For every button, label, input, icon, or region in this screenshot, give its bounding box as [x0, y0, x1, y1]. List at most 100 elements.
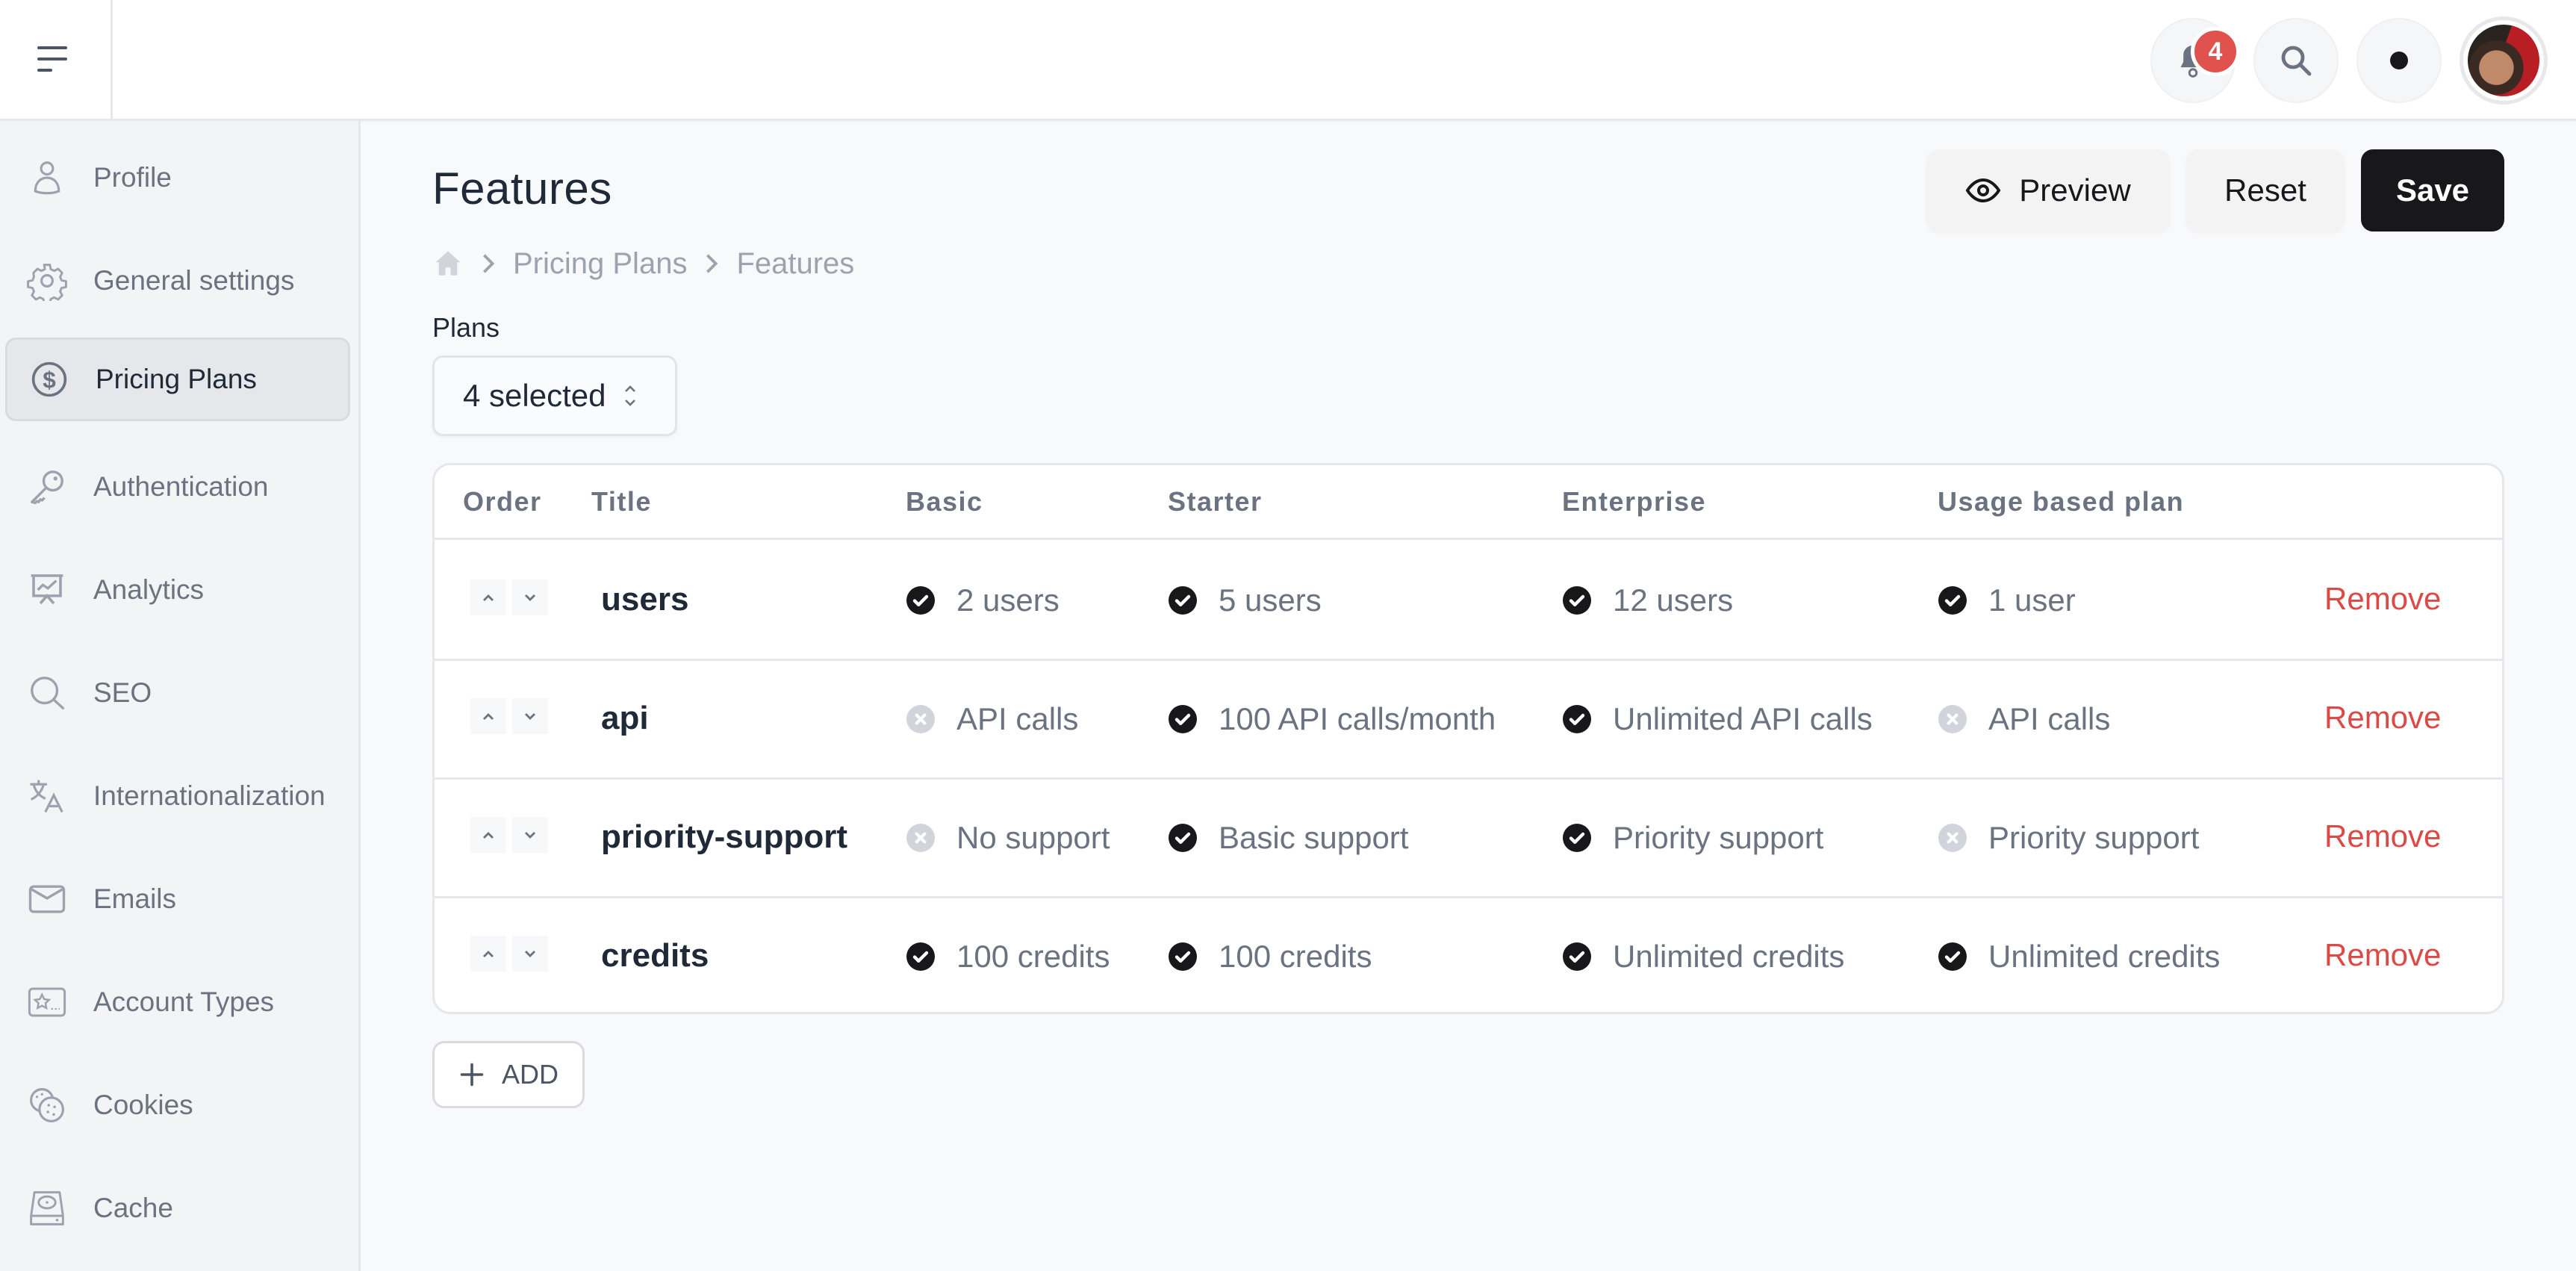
move-down-button[interactable]: [512, 817, 548, 853]
notifications-button[interactable]: 4: [2150, 18, 2240, 103]
plan-feature-value: Unlimited credits: [1613, 939, 1845, 974]
save-button[interactable]: Save: [2361, 149, 2504, 231]
x-circle-icon: [1938, 824, 1967, 852]
column-header-enterprise: Enterprise: [1562, 486, 1707, 517]
sidebar-item-authentication[interactable]: Authentication: [5, 445, 350, 529]
check-circle-icon: [1169, 586, 1197, 615]
plan-feature-cell: Unlimited credits: [1562, 936, 1844, 978]
check-circle-icon: [906, 586, 935, 615]
add-feature-button[interactable]: ADD: [432, 1041, 585, 1108]
hard-drive-icon: [26, 1187, 68, 1229]
user-avatar[interactable]: [2460, 16, 2548, 105]
sidebar-item-seo[interactable]: SEO: [5, 651, 350, 735]
order-controls: [470, 817, 548, 853]
check-circle-icon: [1563, 824, 1591, 852]
page-title: Features: [432, 164, 612, 214]
chevron-down-icon: [525, 951, 535, 957]
key-icon: [26, 466, 68, 508]
plan-feature-cell: API calls: [1938, 698, 2110, 740]
breadcrumb-item-pricing-plans[interactable]: Pricing Plans: [513, 247, 687, 281]
plan-feature-cell: No support: [906, 817, 1110, 859]
feature-title: users: [601, 581, 689, 618]
move-up-button[interactable]: [470, 579, 506, 615]
home-icon[interactable]: [432, 248, 464, 279]
add-label: ADD: [501, 1059, 559, 1090]
preview-label: Preview: [2019, 173, 2131, 208]
check-circle-icon: [1563, 705, 1591, 733]
sidebar-item-pricing-plans[interactable]: $ Pricing Plans: [5, 338, 350, 421]
sidebar-item-account-types[interactable]: Account Types: [5, 960, 350, 1044]
plan-feature-value: 100 credits: [956, 939, 1110, 974]
chevron-up-icon: [483, 713, 494, 720]
check-circle-icon: [1169, 942, 1197, 971]
move-down-button[interactable]: [512, 698, 548, 734]
plan-feature-cell: 5 users: [1168, 579, 1322, 621]
sidebar-item-internationalization[interactable]: Internationalization: [5, 754, 350, 838]
feature-title: priority-support: [601, 818, 847, 855]
plan-feature-cell: Basic support: [1168, 817, 1408, 859]
svg-text:$: $: [43, 366, 56, 393]
page-actions: Preview Reset Save: [1926, 149, 2504, 231]
table-header: Order Title Basic Starter Enterprise Usa…: [435, 465, 2502, 540]
remove-feature-link[interactable]: Remove: [2324, 581, 2441, 617]
plan-feature-cell: Unlimited API calls: [1562, 698, 1873, 740]
preview-button[interactable]: Preview: [1926, 149, 2170, 231]
sidebar-item-label: Profile: [93, 162, 172, 193]
plan-feature-cell: Unlimited credits: [1938, 936, 2220, 978]
dot-icon: [2390, 52, 2408, 69]
sidebar-item-label: Internationalization: [93, 780, 326, 811]
cookie-icon: [26, 1084, 68, 1126]
chevron-right-icon: [706, 254, 718, 273]
dollar-icon: $: [28, 358, 70, 400]
plan-feature-cell: API calls: [906, 698, 1078, 740]
move-up-button[interactable]: [470, 936, 506, 972]
plans-label: Plans: [432, 312, 500, 343]
sidebar-item-emails[interactable]: Emails: [5, 857, 350, 941]
remove-feature-link[interactable]: Remove: [2324, 818, 2441, 854]
user-icon: [26, 157, 68, 199]
menu-icon: [37, 46, 67, 72]
avatar-image: [2468, 25, 2539, 96]
move-up-button[interactable]: [470, 698, 506, 734]
search-button[interactable]: [2253, 18, 2339, 103]
sidebar-item-label: Analytics: [93, 574, 205, 605]
chevron-down-icon: [525, 713, 535, 720]
table-row: users 2 users 5 users 12 users 1 user Remove: [435, 542, 2502, 661]
plan-feature-cell: 2 users: [906, 579, 1060, 621]
move-down-button[interactable]: [512, 579, 548, 615]
sidebar-item-analytics[interactable]: Analytics: [5, 548, 350, 632]
sidebar-item-cookies[interactable]: Cookies: [5, 1063, 350, 1147]
sidebar: Profile General settings $ Pricing Plans…: [0, 121, 361, 1271]
plan-feature-value: 100 API calls/month: [1219, 701, 1496, 736]
plan-feature-cell: Priority support: [1938, 817, 2199, 859]
plan-feature-cell: 100 API calls/month: [1168, 698, 1496, 740]
plans-select[interactable]: 4 selected: [432, 355, 677, 436]
remove-feature-link[interactable]: Remove: [2324, 700, 2441, 736]
reset-button[interactable]: Reset: [2186, 149, 2345, 231]
chevron-up-icon: [483, 951, 494, 957]
plus-icon: [460, 1063, 484, 1087]
plan-feature-value: Priority support: [1613, 820, 1824, 855]
sidebar-item-label: Authentication: [93, 471, 269, 502]
move-up-button[interactable]: [470, 817, 506, 853]
star-card-icon: [26, 981, 68, 1023]
search-icon: [2281, 46, 2312, 76]
sidebar-item-cache[interactable]: Cache: [5, 1166, 350, 1250]
sidebar-item-profile[interactable]: Profile: [5, 136, 350, 220]
sidebar-item-label: Pricing Plans: [96, 364, 257, 394]
x-circle-icon: [906, 705, 935, 733]
x-circle-icon: [906, 824, 935, 852]
theme-toggle-button[interactable]: [2356, 18, 2442, 103]
plan-feature-value: Basic support: [1219, 820, 1409, 855]
table-row: credits 100 credits 100 credits Unlimited c…: [435, 898, 2502, 1012]
presentation-chart-icon: [26, 569, 68, 611]
chevron-down-icon: [525, 832, 535, 839]
plan-feature-value: 2 users: [956, 582, 1060, 618]
sidebar-item-general-settings[interactable]: General settings: [5, 239, 350, 323]
remove-feature-link[interactable]: Remove: [2324, 937, 2441, 973]
move-down-button[interactable]: [512, 936, 548, 972]
menu-toggle-button[interactable]: [0, 0, 113, 119]
check-circle-icon: [1938, 942, 1967, 971]
table-row: api API calls 100 API calls/month Unlimited…: [435, 661, 2502, 780]
plan-feature-value: 5 users: [1219, 582, 1322, 618]
